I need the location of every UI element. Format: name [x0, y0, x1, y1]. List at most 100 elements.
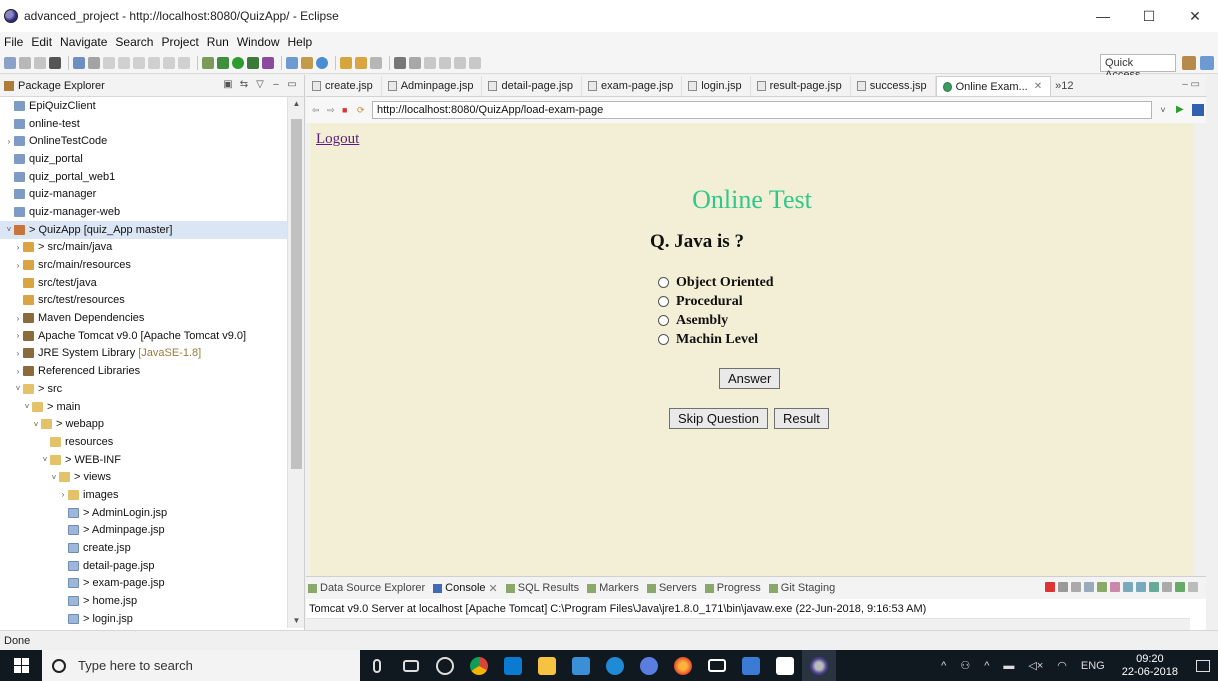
annotation-icon[interactable] — [409, 56, 421, 69]
store-icon[interactable] — [496, 650, 530, 681]
option-machin-level[interactable]: Machin Level — [658, 330, 774, 349]
tree-item[interactable]: › JRE System Library [JavaSE-1.8] — [0, 345, 304, 363]
debug-icon[interactable] — [217, 56, 229, 69]
step-return-icon[interactable] — [178, 56, 190, 69]
expand-arrow-icon[interactable]: › — [13, 314, 23, 323]
radio-button[interactable] — [658, 334, 669, 345]
tree-item[interactable]: ˅ > src — [0, 380, 304, 398]
next-annotation-icon[interactable] — [424, 56, 436, 69]
expand-arrow-icon[interactable]: ˅ — [4, 225, 14, 234]
editor-tab[interactable]: detail-page.jsp — [482, 76, 583, 96]
tree-item[interactable]: quiz-manager-web — [0, 203, 304, 221]
new-package-icon[interactable] — [301, 56, 313, 69]
tree-item[interactable]: src/test/java — [0, 274, 304, 292]
back-arrow-icon[interactable]: ⇦ — [312, 105, 322, 115]
tab-progress[interactable]: Progress — [704, 582, 761, 594]
tree-item[interactable]: create.jsp — [0, 539, 304, 557]
editor-tab[interactable]: login.jsp — [682, 76, 751, 96]
stop-icon[interactable]: ■ — [342, 105, 352, 115]
remove-all-icon[interactable] — [1071, 582, 1081, 592]
scroll-down-icon[interactable]: ▼ — [288, 614, 304, 628]
menu-edit[interactable]: Edit — [31, 35, 52, 49]
tree-item[interactable]: > login.jsp — [0, 610, 304, 628]
settings-icon[interactable] — [49, 56, 61, 69]
action-center-icon[interactable] — [1188, 650, 1218, 681]
firefox-icon[interactable] — [666, 650, 700, 681]
collapse-all-icon[interactable]: ▣ — [222, 79, 234, 91]
edge-icon[interactable] — [598, 650, 632, 681]
expand-arrow-icon[interactable]: › — [13, 243, 23, 252]
show-stderr-icon[interactable] — [1136, 582, 1146, 592]
editor-tab[interactable]: create.jsp — [306, 76, 382, 96]
radio-button[interactable] — [658, 277, 669, 288]
forward-icon[interactable] — [469, 56, 481, 69]
option-procedural[interactable]: Procedural — [658, 292, 774, 311]
editor-min-max-icon[interactable]: – ▭ — [1182, 79, 1200, 90]
minimize-button[interactable]: — — [1080, 0, 1126, 32]
back-icon[interactable] — [454, 56, 466, 69]
show-stdout-icon[interactable] — [1123, 582, 1133, 592]
link-editor-icon[interactable]: ⇆ — [238, 79, 250, 91]
open-external-icon[interactable] — [1192, 104, 1204, 116]
network-app-icon[interactable] — [564, 650, 598, 681]
volume-icon[interactable]: ◁× — [1028, 659, 1043, 672]
media-app-icon[interactable] — [632, 650, 666, 681]
maximize-button[interactable]: ☐ — [1126, 0, 1172, 32]
scroll-lock-icon[interactable] — [1097, 582, 1107, 592]
tree-item[interactable]: detail-page.jsp — [0, 557, 304, 575]
step-into-icon[interactable] — [148, 56, 160, 69]
server-icon[interactable] — [202, 56, 214, 69]
tree-item[interactable]: › Referenced Libraries — [0, 362, 304, 380]
close-button[interactable]: ✕ — [1172, 0, 1218, 32]
task-view-icon[interactable] — [394, 650, 428, 681]
editor-tab[interactable]: exam-page.jsp — [582, 76, 683, 96]
radio-button[interactable] — [658, 315, 669, 326]
clock[interactable]: 09:20 22-06-2018 — [1122, 653, 1178, 679]
tree-item[interactable]: ˅ > views — [0, 468, 304, 486]
tree-item[interactable]: › images — [0, 486, 304, 504]
run-icon[interactable] — [232, 56, 244, 69]
tab-sql-results[interactable]: SQL Results — [505, 582, 579, 594]
start-button[interactable] — [0, 650, 42, 681]
tab-data-source-explorer[interactable]: Data Source Explorer — [308, 582, 425, 594]
close-tab-icon[interactable]: ✕ — [1034, 81, 1042, 92]
tree-item[interactable]: online-test — [0, 115, 304, 133]
expand-arrow-icon[interactable]: ˅ — [49, 473, 59, 482]
minimize-view-icon[interactable]: – — [270, 79, 282, 91]
resume-icon[interactable] — [103, 56, 115, 69]
option-asembly[interactable]: Asembly — [658, 311, 774, 330]
answer-button[interactable]: Answer — [719, 368, 781, 389]
search-icon[interactable] — [394, 56, 406, 69]
menu-search[interactable]: Search — [115, 35, 153, 49]
forward-arrow-icon[interactable]: ⇨ — [327, 105, 337, 115]
tree-item[interactable]: › OnlineTestCode — [0, 132, 304, 150]
pencil-icon[interactable] — [370, 56, 382, 69]
tree-item[interactable]: src/test/resources — [0, 292, 304, 310]
expand-arrow-icon[interactable]: › — [13, 349, 23, 358]
suspend-icon[interactable] — [118, 56, 130, 69]
terminal-icon[interactable] — [73, 56, 85, 69]
tree-item[interactable]: EpiQuizClient — [0, 97, 304, 115]
console-scrollbar[interactable] — [306, 618, 1190, 630]
battery-icon[interactable]: ▬ — [1003, 660, 1014, 672]
expand-arrow-icon[interactable]: › — [58, 490, 68, 499]
clear-console-icon[interactable] — [1084, 582, 1094, 592]
windows-app-icon[interactable] — [734, 650, 768, 681]
new-java-project-icon[interactable] — [286, 56, 298, 69]
tree-item[interactable]: > exam-page.jsp — [0, 575, 304, 593]
expand-arrow-icon[interactable]: › — [13, 367, 23, 376]
expand-arrow-icon[interactable]: ˅ — [40, 455, 50, 464]
url-dropdown-icon[interactable]: ˅ — [1154, 101, 1172, 119]
save-all-icon[interactable] — [34, 56, 46, 69]
expand-arrow-icon[interactable]: ˅ — [22, 402, 32, 411]
previous-annotation-icon[interactable] — [439, 56, 451, 69]
tree-item[interactable]: quiz-manager — [0, 185, 304, 203]
vr-app-icon[interactable] — [428, 650, 462, 681]
tab-git-staging[interactable]: Git Staging — [768, 582, 835, 594]
tree-item[interactable]: › Maven Dependencies — [0, 309, 304, 327]
tab-console[interactable]: Console ✕ — [433, 582, 498, 595]
tree-item[interactable]: › src/main/resources — [0, 256, 304, 274]
remove-launch-icon[interactable] — [1058, 582, 1068, 592]
tree-item[interactable]: resources — [0, 433, 304, 451]
wifi-icon[interactable]: ◠ — [1057, 659, 1067, 672]
